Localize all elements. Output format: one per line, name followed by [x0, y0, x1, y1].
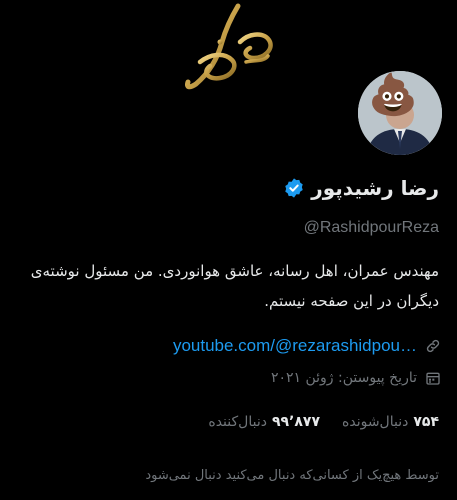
link-icon [426, 339, 440, 353]
user-handle: @RashidpourReza [303, 219, 439, 236]
followers-label: دنبال‌کننده [208, 414, 267, 430]
poop-emoji: 💩 [368, 72, 418, 118]
followers-count: ۹۹٬۸۷۷ [271, 414, 321, 430]
verified-badge-icon[interactable] [283, 177, 305, 199]
joined-row: تاریخ پیوستن: ژوئن ۲۰۲۱ [271, 370, 441, 386]
profile-bio: مهندس عمران، اهل رسانه، عاشق هوانوردی. م… [30, 262, 439, 310]
following-stat[interactable]: ۷۵۴ دنبال‌شونده [342, 414, 439, 430]
following-label: دنبال‌شونده [342, 414, 409, 430]
name-row: رضا رشیدپور [283, 176, 439, 200]
calligraphy-logo [185, 3, 273, 90]
followed-by-note: توسط هیچ‌یک از کسانی‌که دنبال می‌کنید دن… [145, 468, 439, 483]
following-count: ۷۵۴ [413, 414, 439, 430]
follow-stats: ۷۵۴ دنبال‌شونده ۹۹٬۸۷۷ دنبال‌کننده [208, 414, 439, 430]
display-name: رضا رشیدپور [311, 176, 439, 200]
joined-date: تاریخ پیوستن: ژوئن ۲۰۲۱ [270, 370, 417, 386]
website-link[interactable]: youtube.com/@rezarashidpou… [173, 336, 417, 356]
avatar[interactable]: 💩 [355, 68, 445, 158]
calendar-icon [426, 372, 440, 385]
followers-stat[interactable]: ۹۹٬۸۷۷ دنبال‌کننده [208, 414, 320, 430]
website-link-row[interactable]: youtube.com/@rezarashidpou… [173, 336, 441, 356]
